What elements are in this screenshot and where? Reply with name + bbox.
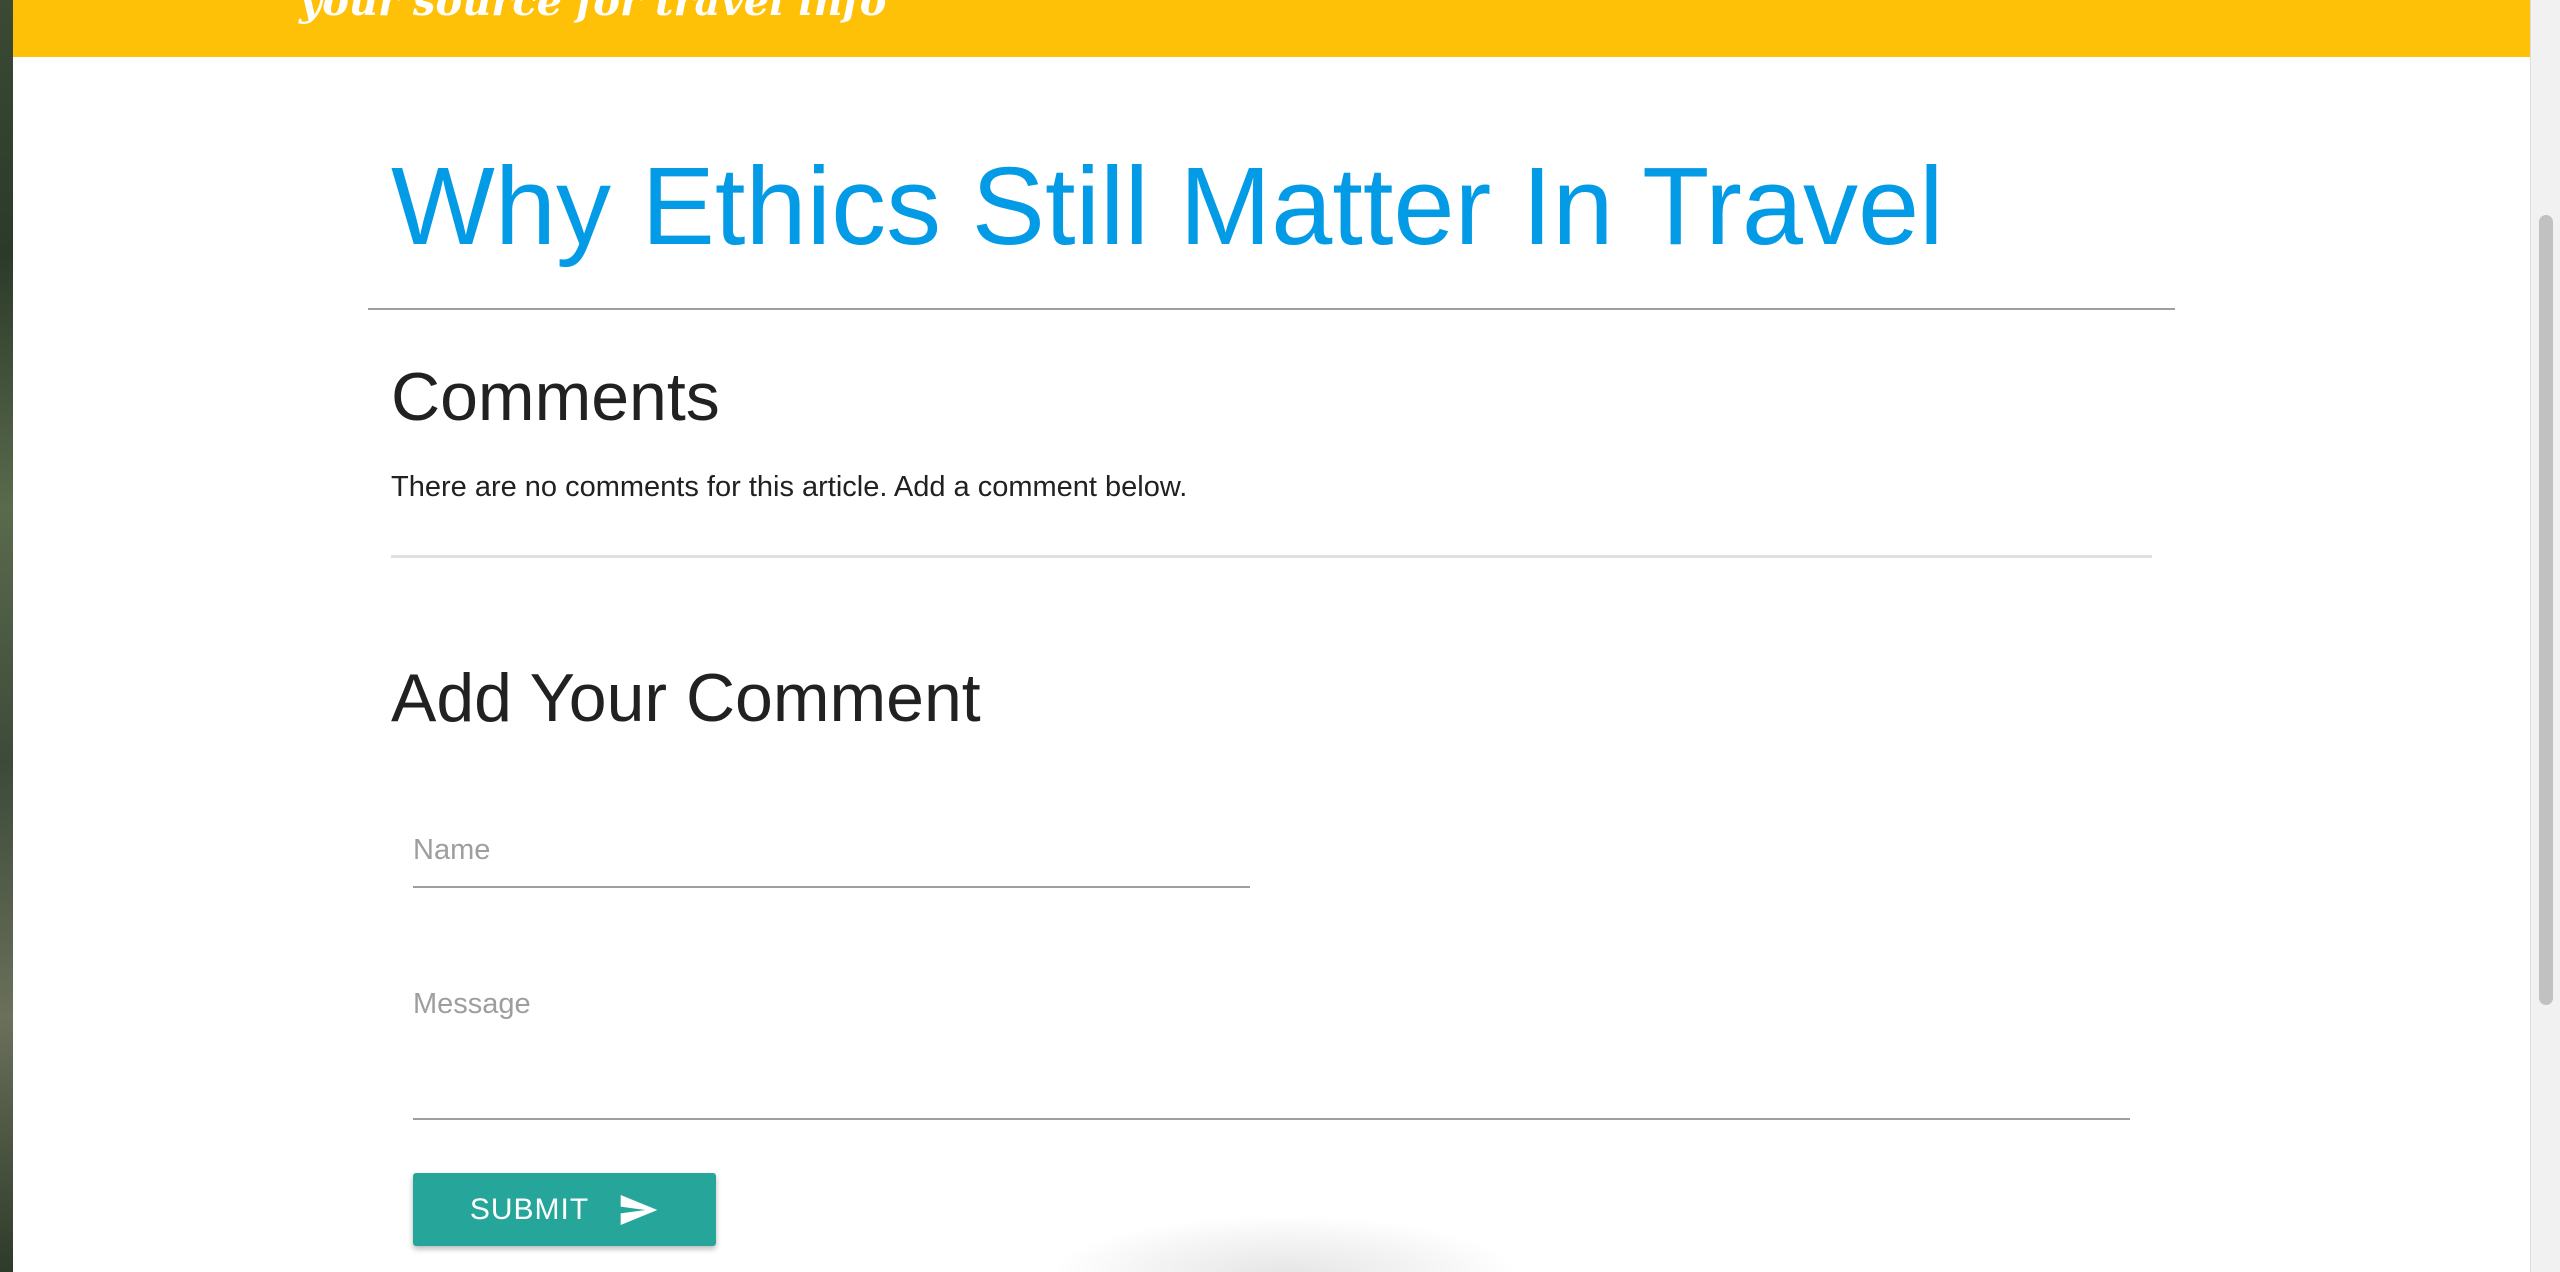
add-comment-heading: Add Your Comment bbox=[391, 660, 981, 736]
article-title: Why Ethics Still Matter In Travel bbox=[391, 145, 1944, 268]
page: your source for travel info Why Ethics S… bbox=[0, 0, 2560, 1272]
comments-heading: Comments bbox=[391, 359, 720, 435]
floating-shadow bbox=[1050, 1215, 1520, 1272]
submit-button-label: SUBMIT bbox=[469, 1192, 590, 1226]
submit-button[interactable]: SUBMIT bbox=[413, 1173, 716, 1246]
background-image-edge bbox=[0, 0, 13, 1272]
comments-divider bbox=[391, 555, 2152, 558]
name-input[interactable] bbox=[413, 814, 1250, 888]
site-brand[interactable]: your source for travel info bbox=[299, 0, 886, 25]
message-input[interactable] bbox=[413, 978, 2130, 1120]
scrollbar-track[interactable] bbox=[2530, 0, 2560, 1272]
site-header: your source for travel info bbox=[13, 0, 2530, 57]
send-icon bbox=[620, 1194, 658, 1225]
no-comments-message: There are no comments for this article. … bbox=[391, 471, 1188, 503]
scrollbar-thumb[interactable] bbox=[2539, 215, 2553, 1005]
title-divider bbox=[368, 308, 2175, 310]
